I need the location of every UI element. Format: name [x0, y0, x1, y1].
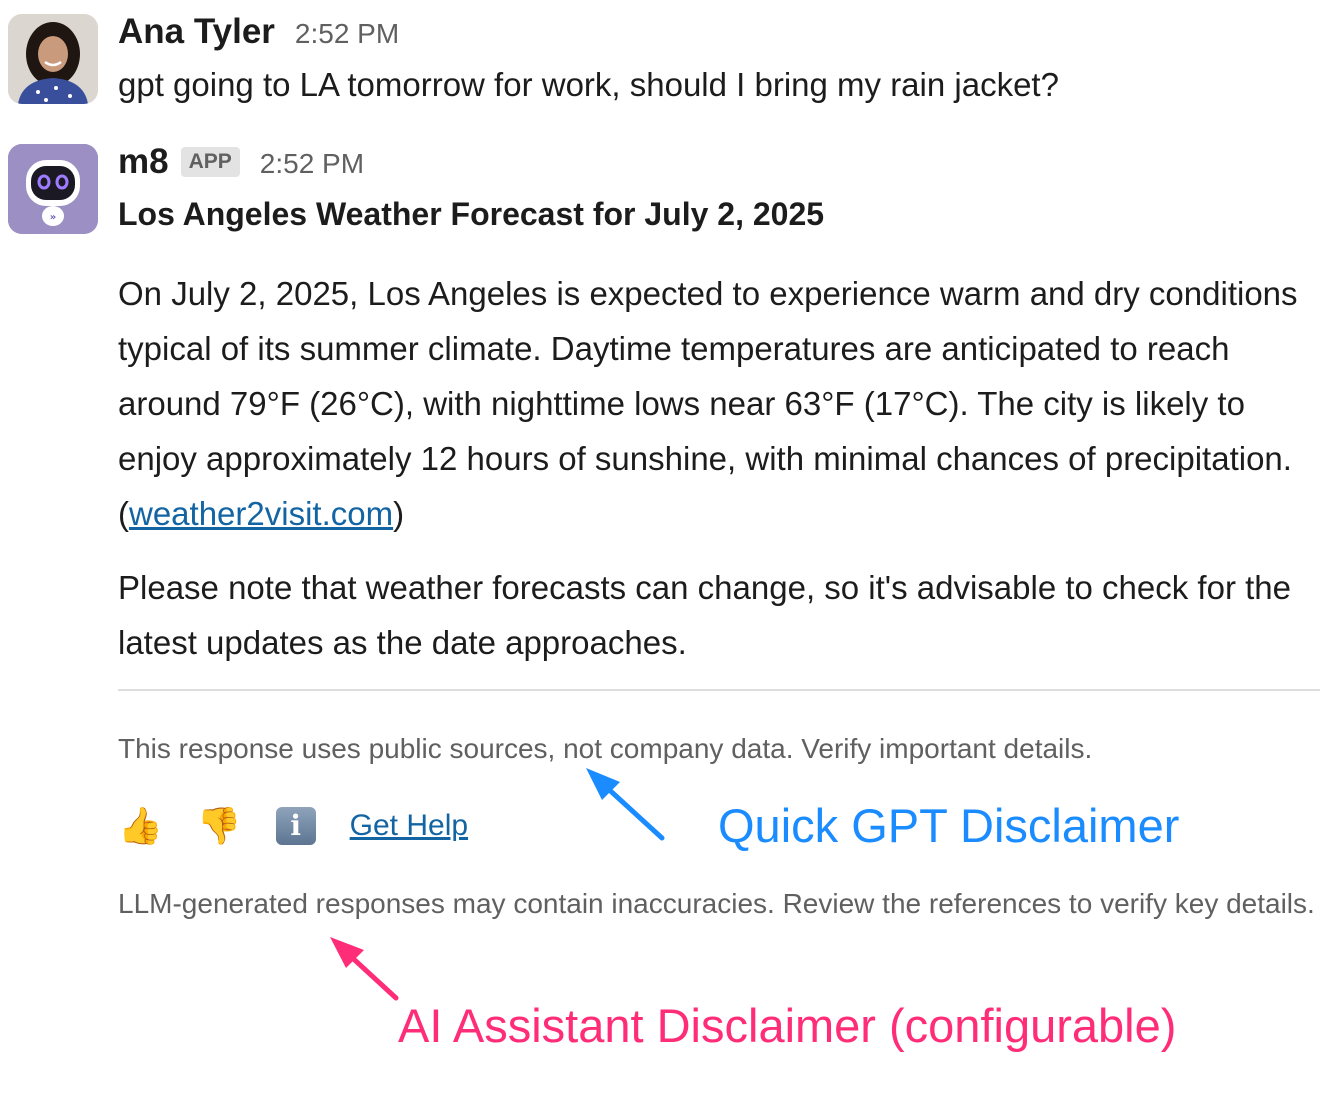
- pink-arrow-icon: [330, 937, 399, 1001]
